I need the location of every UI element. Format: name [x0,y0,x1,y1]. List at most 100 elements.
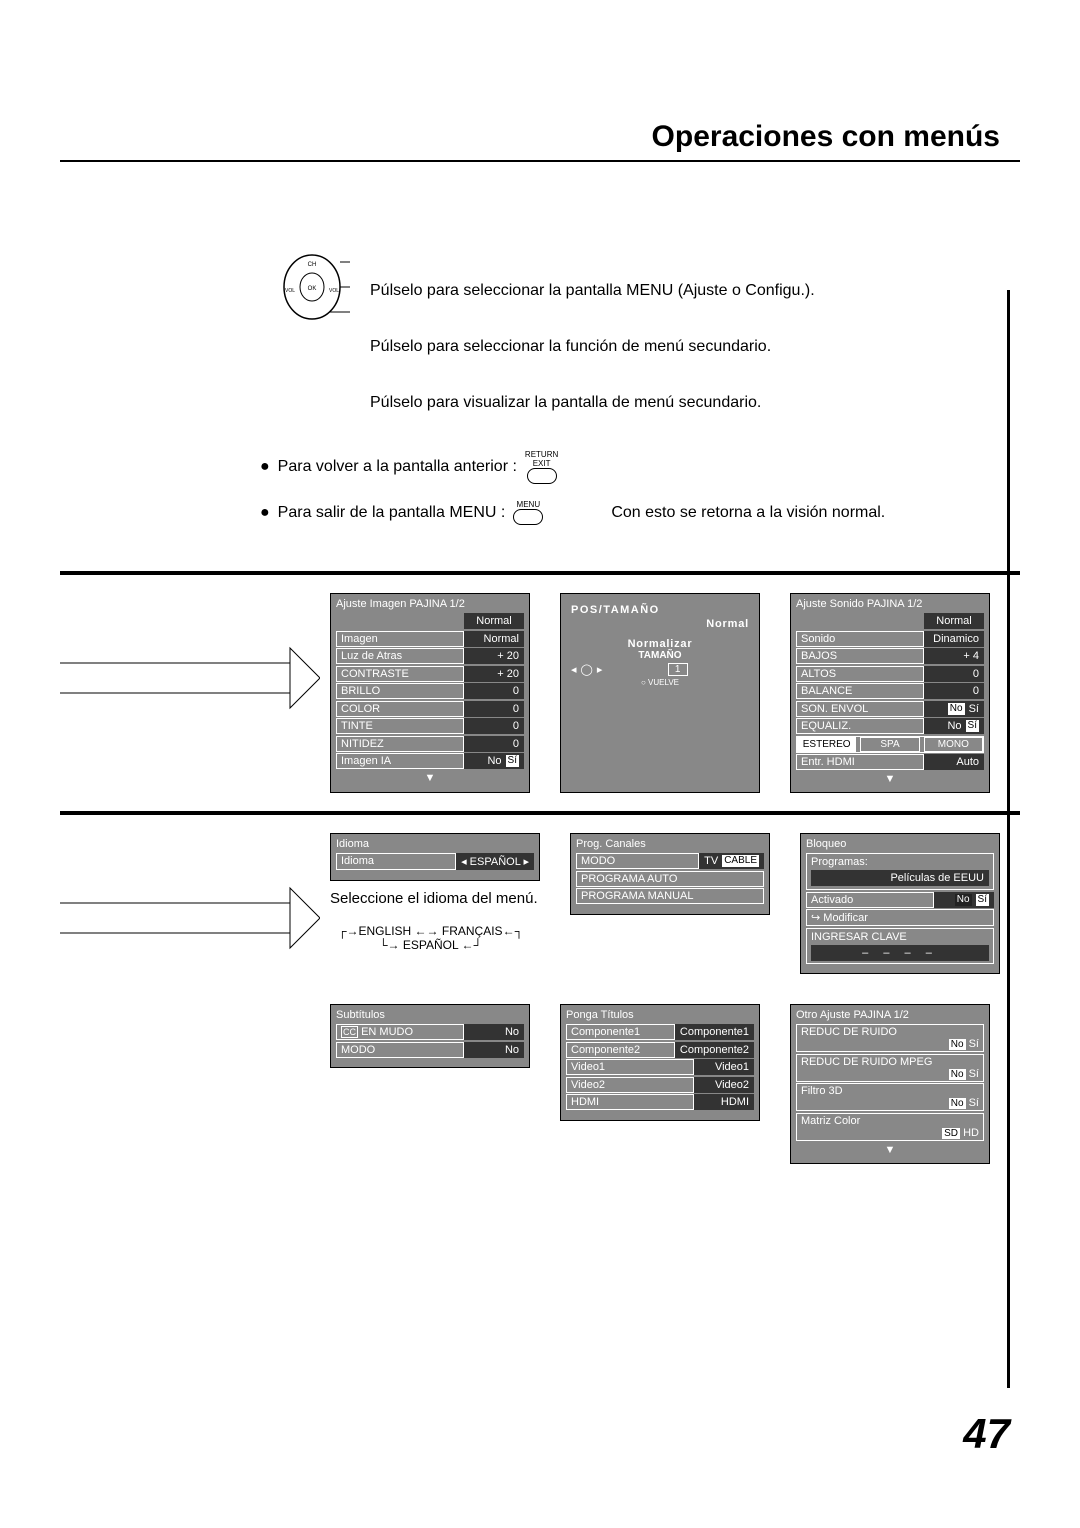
menu-button-icon: MENU [513,500,543,525]
envol-val[interactable]: NoSí [924,701,984,717]
idioma-header: Idioma [336,838,534,850]
modo-val[interactable]: TVCABLE [699,853,764,869]
video2-val[interactable]: Video2 [694,1077,754,1093]
instruction-1: Púlselo para seleccionar la pantalla MEN… [370,282,1020,300]
luz-val[interactable]: + 20 [464,648,524,664]
comp1-val[interactable]: Componente1 [675,1024,754,1040]
hdmi-in-lbl: Entr. HDMI [796,754,924,770]
tinte-val[interactable]: 0 [464,718,524,734]
idioma-lbl: Idioma [336,853,456,870]
luz-lbl: Luz de Atras [336,648,464,664]
pos-normalizar[interactable]: Normalizar [571,638,749,650]
sub-modo-val[interactable]: No [464,1042,524,1058]
envol-lbl: SON. ENVOL [796,701,924,717]
clave-input[interactable]: – – – – [811,945,989,961]
pos-num: 1 [668,663,688,676]
sub-modo-lbl: MODO [336,1042,464,1058]
mono-btn[interactable]: MONO [924,737,983,752]
color-lbl: COLOR [336,701,464,717]
programa-manual[interactable]: PROGRAMA MANUAL [576,888,764,904]
svg-text:OK: OK [308,286,317,292]
video1-val[interactable]: Video1 [694,1059,754,1075]
subtitulos-panel: Subtítulos CC EN MUDONo MODONo [330,1004,530,1068]
dpad-center-icon: ◯ [581,663,593,676]
programas-lbl: Programas: [811,856,989,868]
sonido-val[interactable]: Dinamico [924,631,984,647]
guide-arrow-icon [60,873,320,993]
right-arrow-icon[interactable]: ▸ [597,663,603,676]
nitidez-val[interactable]: 0 [464,736,524,752]
bullet-menu-text: Para salir de la pantalla MENU : [278,504,506,522]
modificar[interactable]: ↪ Modificar [806,909,994,926]
idioma-caption: Seleccione el idioma del menú. [330,889,540,909]
estereo-btn[interactable]: ESTEREO [797,737,856,752]
enmudo-val[interactable]: No [464,1024,524,1040]
pos-title: POS/TAMAÑO [571,604,749,616]
hdmi-in-val[interactable]: Auto [924,754,984,770]
pos-vuelve[interactable]: ○ VUELVE [571,678,749,687]
hdmi-val[interactable]: HDMI [694,1094,754,1110]
ruido-row[interactable]: REDUC DE RUIDO No Sí [796,1024,984,1052]
idioma-panel: Idioma Idioma◂ ESPAÑOL ▸ [330,833,540,881]
otro-ajuste-header: Otro Ajuste PAJINA 1/2 [796,1009,984,1021]
ajuste-imagen-header: Ajuste Imagen PAJINA 1/2 [336,598,524,610]
brillo-val[interactable]: 0 [464,683,524,699]
page-number: 47 [963,1410,1010,1458]
equaliz-val[interactable]: NoSí [924,718,984,734]
ajuste-sonido-header: Ajuste Sonido PAJINA 1/2 [796,598,984,610]
imagen-val[interactable]: Normal [464,631,524,647]
altos-lbl: ALTOS [796,666,924,682]
clave-lbl: INGRESAR CLAVE [811,931,989,943]
subtitulos-header: Subtítulos [336,1009,524,1021]
svg-text:VOL: VOL [285,288,295,294]
spa-btn[interactable]: SPA [860,737,919,752]
imagen-normal-btn[interactable]: Normal [464,613,524,629]
instruction-3: Púlselo para visualizar la pantalla de m… [370,394,1020,412]
guide-arrow-icon [60,633,320,753]
ajuste-sonido-panel: Ajuste Sonido PAJINA 1/2 Normal SonidoDi… [790,593,990,793]
nitidez-lbl: NITIDEZ [336,736,464,752]
bajos-val[interactable]: + 4 [924,648,984,664]
programas-val[interactable]: Películas de EEUU [811,870,989,886]
filtro3d-row[interactable]: Filtro 3D No Sí [796,1083,984,1111]
matriz-row[interactable]: Matriz Color SD HD [796,1113,984,1141]
instruction-2: Púlselo para seleccionar la función de m… [370,338,1020,356]
ponga-titulos-panel: Ponga Títulos Componente1Componente1 Com… [560,1004,760,1121]
ruido-mpeg-row[interactable]: REDUC DE RUIDO MPEG No Sí [796,1054,984,1082]
activado-val[interactable]: NoSí [934,892,994,908]
bullet-dot: ● [260,458,270,476]
left-arrow-icon[interactable]: ◂ [571,663,577,676]
comp2-val[interactable]: Componente2 [675,1042,754,1058]
balance-lbl: BALANCE [796,683,924,699]
contraste-lbl: CONTRASTE [336,666,464,682]
return-exit-button-icon: RETURN EXIT [525,450,558,484]
modo-lbl: MODO [576,853,699,869]
hdmi-lbl: HDMI [566,1094,694,1110]
prog-canales-header: Prog. Canales [576,838,764,850]
svg-text:VOL: VOL [329,288,339,294]
bajos-lbl: BAJOS [796,648,924,664]
normal-vision-text: Con esto se retorna a la visión normal. [611,504,885,522]
right-page-border [1007,290,1010,1388]
pos-normal[interactable]: Normal [571,618,749,630]
svg-text:CH: CH [308,262,317,268]
altos-val[interactable]: 0 [924,666,984,682]
lang-cycle: ┌→ENGLISH ←→ FRANÇAIS←┐ └→ ESPAÑOL ←┘ [330,918,531,958]
video2-lbl: Video2 [566,1077,694,1093]
comp2-lbl: Componente2 [566,1042,675,1058]
balance-val[interactable]: 0 [924,683,984,699]
down-arrow-icon: ▼ [796,774,984,784]
programa-auto[interactable]: PROGRAMA AUTO [576,871,764,887]
bullet-dot: ● [260,504,270,522]
pos-tamano-panel: POS/TAMAÑO Normal Normalizar TAMAÑO ◂ ◯ … [560,593,760,793]
enmudo-lbl: CC EN MUDO [336,1024,464,1040]
sonido-normal-btn[interactable]: Normal [924,613,984,629]
video1-lbl: Video1 [566,1059,694,1075]
ajuste-imagen-panel: Ajuste Imagen PAJINA 1/2 Normal ImagenNo… [330,593,530,793]
ponga-titulos-header: Ponga Títulos [566,1009,754,1021]
contraste-val[interactable]: + 20 [464,666,524,682]
idioma-val[interactable]: ◂ ESPAÑOL ▸ [456,853,534,870]
bloqueo-panel: Bloqueo Programas: Películas de EEUU Act… [800,833,1000,974]
imagenia-val[interactable]: NoSí [464,753,524,769]
color-val[interactable]: 0 [464,701,524,717]
